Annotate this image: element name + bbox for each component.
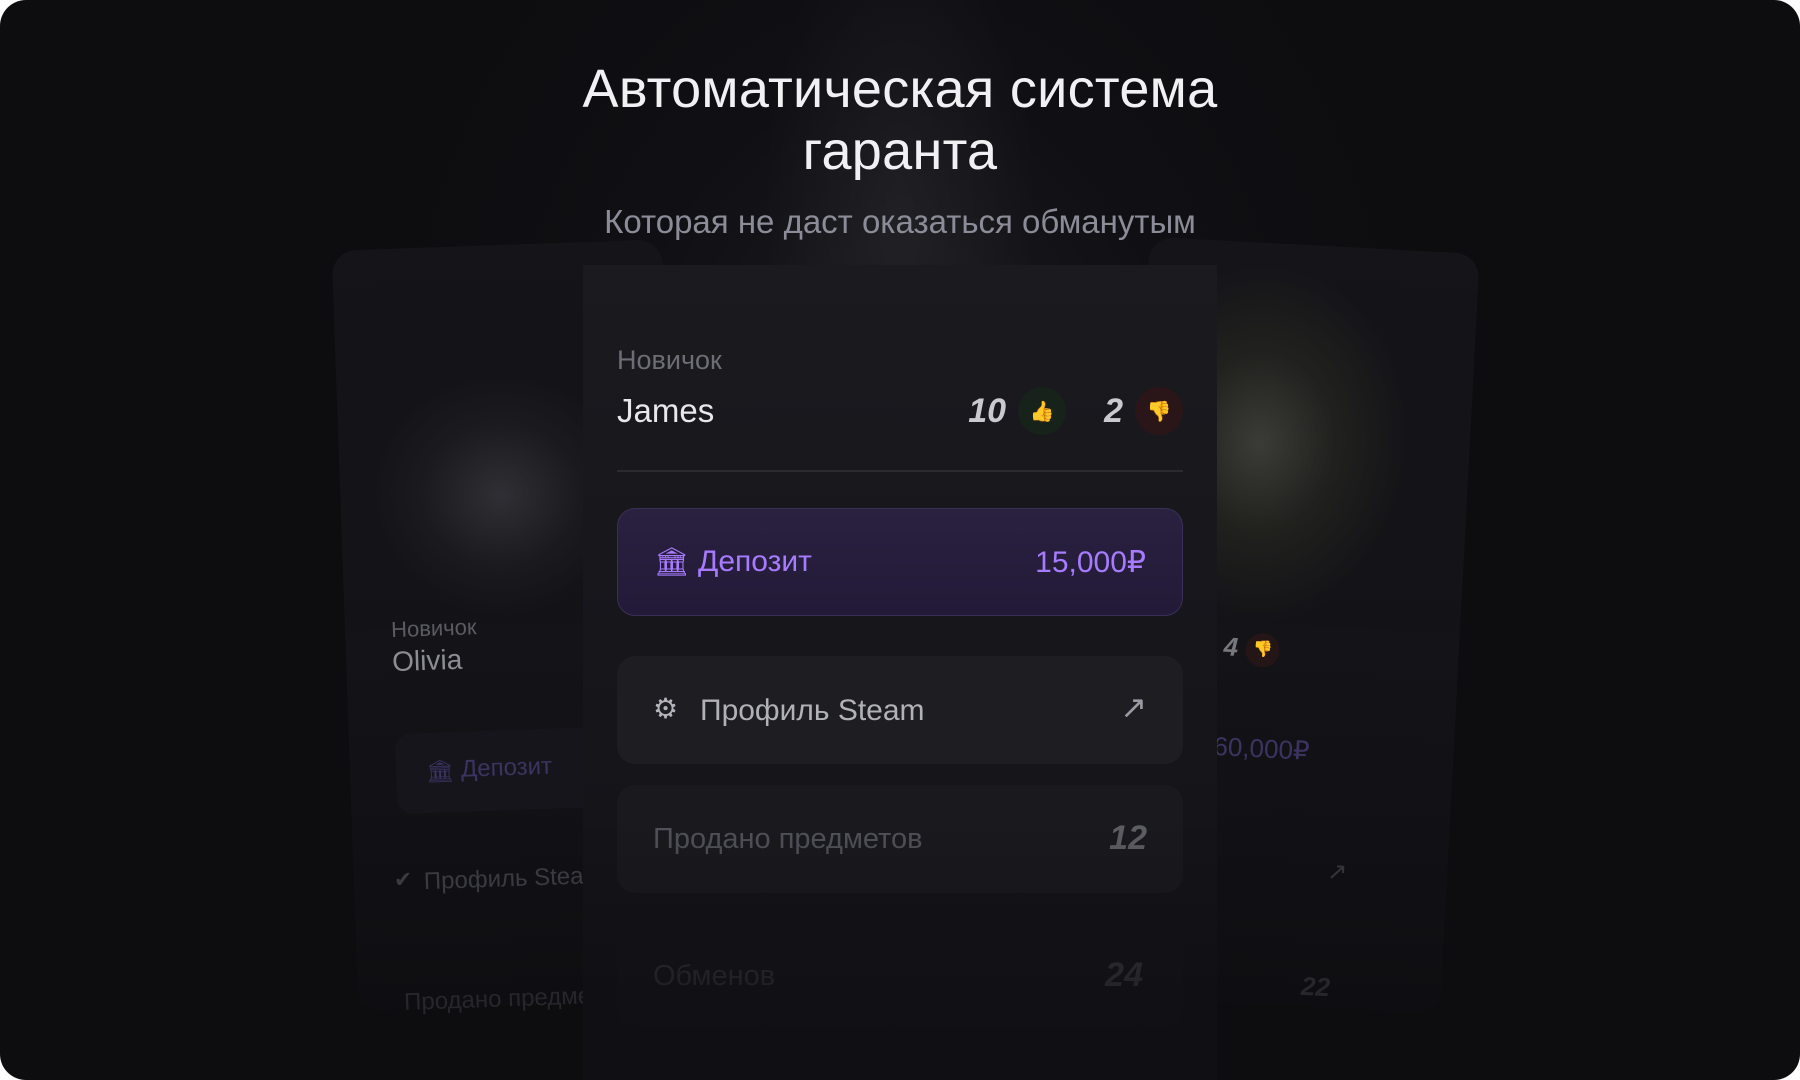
- trades-value: 24: [1105, 956, 1143, 994]
- app-frame: Новичок Olivia 🏛 Депозит ✔ Профиль Steam…: [0, 0, 1800, 1080]
- steam-profile-button[interactable]: ⚙ Профиль Steam ↗: [617, 656, 1183, 764]
- left-card-name: Olivia: [391, 643, 463, 678]
- main-profile-card: Новичок James 10 👍 2 👎 🏛 Депозит 15,000₽…: [583, 265, 1217, 1080]
- left-card-deposit-label: Депозит: [460, 752, 553, 783]
- page-title: Автоматическая система гаранта: [0, 58, 1800, 182]
- trades-row: Обменов 24: [617, 920, 1183, 1028]
- trades-label: Обменов: [653, 960, 776, 992]
- page-title-line-2: гаранта: [802, 121, 998, 181]
- thumbs-down-icon: 👎: [1135, 387, 1183, 435]
- left-card-rank: Новичок: [390, 614, 477, 643]
- deposit-row: 🏛 Депозит 15,000₽: [617, 508, 1183, 616]
- likes-count: 10: [968, 391, 1007, 430]
- page-subtitle: Которая не даст оказаться обманутым: [604, 203, 1196, 240]
- bank-icon: 🏛: [425, 758, 455, 785]
- thumbs-up-icon: 👍: [1018, 387, 1067, 435]
- page-title-line-1: Автоматическая система: [582, 59, 1218, 119]
- sold-items-value: 12: [1109, 819, 1147, 857]
- bank-icon: 🏛: [654, 546, 690, 577]
- right-card-bottom-value: 22: [1300, 970, 1331, 1003]
- sold-items-row: Продано предметов 12: [617, 785, 1183, 893]
- user-name: James: [617, 392, 715, 429]
- right-card-dislikes: 4: [1222, 631, 1239, 663]
- user-rank: Новичок: [617, 345, 722, 375]
- thumbs-down-icon: 👎: [1245, 632, 1281, 669]
- steam-icon: ⚙: [653, 693, 679, 724]
- arrow-up-right-icon: ↗: [1326, 858, 1348, 887]
- sold-items-label: Продано предметов: [653, 823, 923, 855]
- steam-profile-label: Профиль Steam: [700, 694, 925, 727]
- deposit-label: Депозит: [698, 545, 812, 578]
- left-card-profile-label: Профиль Steam: [423, 861, 604, 896]
- divider: [617, 470, 1183, 472]
- arrow-up-right-icon: ↗: [1120, 689, 1147, 725]
- right-card-deposit-amount: 60,000₽: [1212, 730, 1311, 766]
- dislikes-count: 2: [1104, 391, 1123, 430]
- steam-icon: ✔: [393, 866, 413, 893]
- deposit-amount: 15,000₽: [1035, 546, 1146, 579]
- user-rating: 10 👍 2 👎: [968, 387, 1183, 435]
